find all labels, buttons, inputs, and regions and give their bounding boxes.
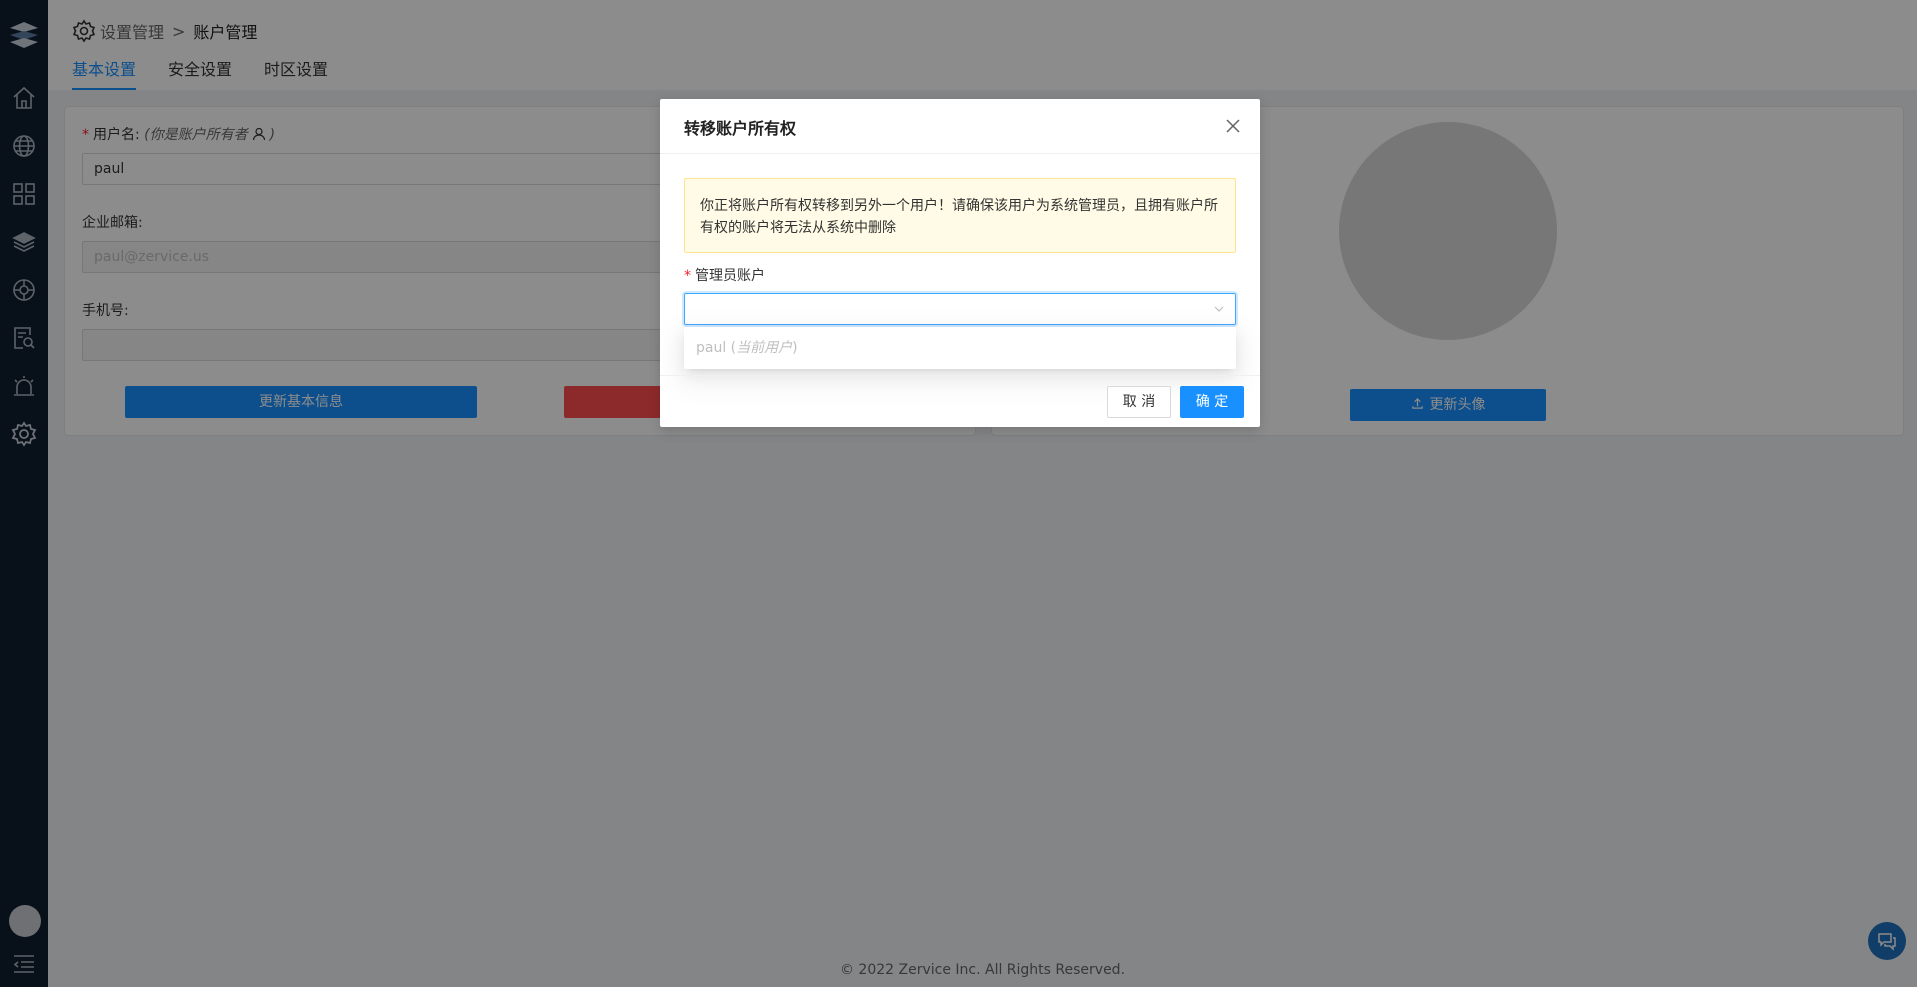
chevron-down-icon — [1214, 306, 1224, 312]
close-icon[interactable] — [1224, 117, 1242, 135]
cancel-button[interactable]: 取 消 — [1107, 386, 1171, 418]
modal-footer: 取 消 确 定 — [660, 375, 1260, 427]
confirm-button[interactable]: 确 定 — [1180, 386, 1244, 418]
modal-header: 转移账户所有权 — [660, 99, 1260, 154]
admin-account-select[interactable] — [684, 293, 1236, 325]
warning-alert: 你正将账户所有权转移到另外一个用户！请确保该用户为系统管理员，且拥有账户所有权的… — [684, 178, 1236, 253]
dropdown-option[interactable]: paul (当前用户) — [684, 327, 1236, 369]
admin-account-label: * 管理员账户 — [684, 268, 765, 284]
modal-title: 转移账户所有权 — [684, 119, 797, 138]
transfer-ownership-modal: 转移账户所有权 你正将账户所有权转移到另外一个用户！请确保该用户为系统管理员，且… — [660, 99, 1260, 427]
admin-account-dropdown: paul (当前用户) — [684, 327, 1236, 369]
